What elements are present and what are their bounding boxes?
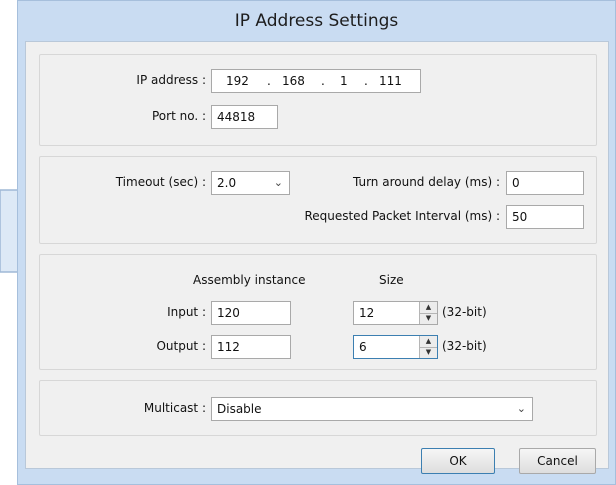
- triangle-down-icon[interactable]: ▼: [420, 313, 437, 324]
- timeout-label: Timeout (sec) :: [115, 175, 206, 189]
- timeout-select[interactable]: 2.0 ⌄: [211, 171, 290, 195]
- ip-dot-2: .: [321, 74, 325, 88]
- output-instance-field[interactable]: 112: [211, 335, 291, 359]
- multicast-label: Multicast :: [143, 401, 206, 415]
- turnaround-label: Turn around delay (ms) :: [352, 175, 500, 189]
- port-label: Port no. :: [151, 109, 206, 123]
- output-label: Output :: [156, 339, 206, 353]
- multicast-select[interactable]: Disable ⌄: [211, 397, 533, 421]
- ip-address-label: IP address :: [136, 73, 206, 87]
- ip-address-field[interactable]: 192 . 168 . 1 . 111: [211, 69, 421, 93]
- assembly-instance-header: Assembly instance: [193, 273, 306, 287]
- assembly-group: Assembly instance Size Input : 120 12 ▲ …: [39, 254, 597, 370]
- ip-octet-3: 1: [340, 74, 348, 88]
- input-size-unit: (32-bit): [442, 305, 487, 319]
- input-instance-field[interactable]: 120: [211, 301, 291, 325]
- triangle-down-icon[interactable]: ▼: [420, 347, 437, 358]
- ip-group: IP address : 192 . 168 . 1 . 111 Port no…: [39, 54, 597, 146]
- chevron-down-icon: ⌄: [273, 176, 283, 189]
- multicast-group: Multicast : Disable ⌄: [39, 380, 597, 436]
- turnaround-field[interactable]: 0: [506, 171, 584, 195]
- rpi-label: Requested Packet Interval (ms) :: [304, 209, 500, 223]
- ip-octet-4: 111: [379, 74, 402, 88]
- input-size-spinner[interactable]: 12 ▲ ▼: [353, 301, 438, 325]
- rpi-field[interactable]: 50: [506, 205, 584, 229]
- dialog-body: IP address : 192 . 168 . 1 . 111 Port no…: [25, 41, 609, 474]
- output-size-spin-buttons[interactable]: ▲ ▼: [419, 336, 437, 358]
- output-size-value: 6: [359, 340, 367, 354]
- dialog-title: IP Address Settings: [234, 11, 399, 31]
- timeout-value: 2.0: [217, 176, 237, 190]
- port-field[interactable]: 44818: [211, 105, 278, 129]
- ip-dot-3: .: [364, 74, 368, 88]
- ip-address-settings-dialog: IP Address Settings IP address : 192 . 1…: [17, 0, 616, 485]
- input-size-value: 12: [359, 306, 375, 320]
- output-size-unit: (32-bit): [442, 339, 487, 353]
- size-header: Size: [379, 273, 404, 287]
- timing-group: Timeout (sec) : 2.0 ⌄ Turn around delay …: [39, 156, 597, 244]
- input-size-spin-buttons[interactable]: ▲ ▼: [419, 302, 437, 324]
- multicast-value: Disable: [217, 402, 262, 416]
- output-size-spinner[interactable]: 6 ▲ ▼: [353, 335, 438, 359]
- chevron-down-icon: ⌄: [516, 402, 526, 415]
- ok-button[interactable]: OK: [421, 448, 495, 474]
- input-label: Input :: [167, 305, 206, 319]
- ip-octet-1: 192: [226, 74, 249, 88]
- cancel-button[interactable]: Cancel: [519, 448, 596, 474]
- ip-dot-1: .: [267, 74, 271, 88]
- ip-octet-2: 168: [282, 74, 305, 88]
